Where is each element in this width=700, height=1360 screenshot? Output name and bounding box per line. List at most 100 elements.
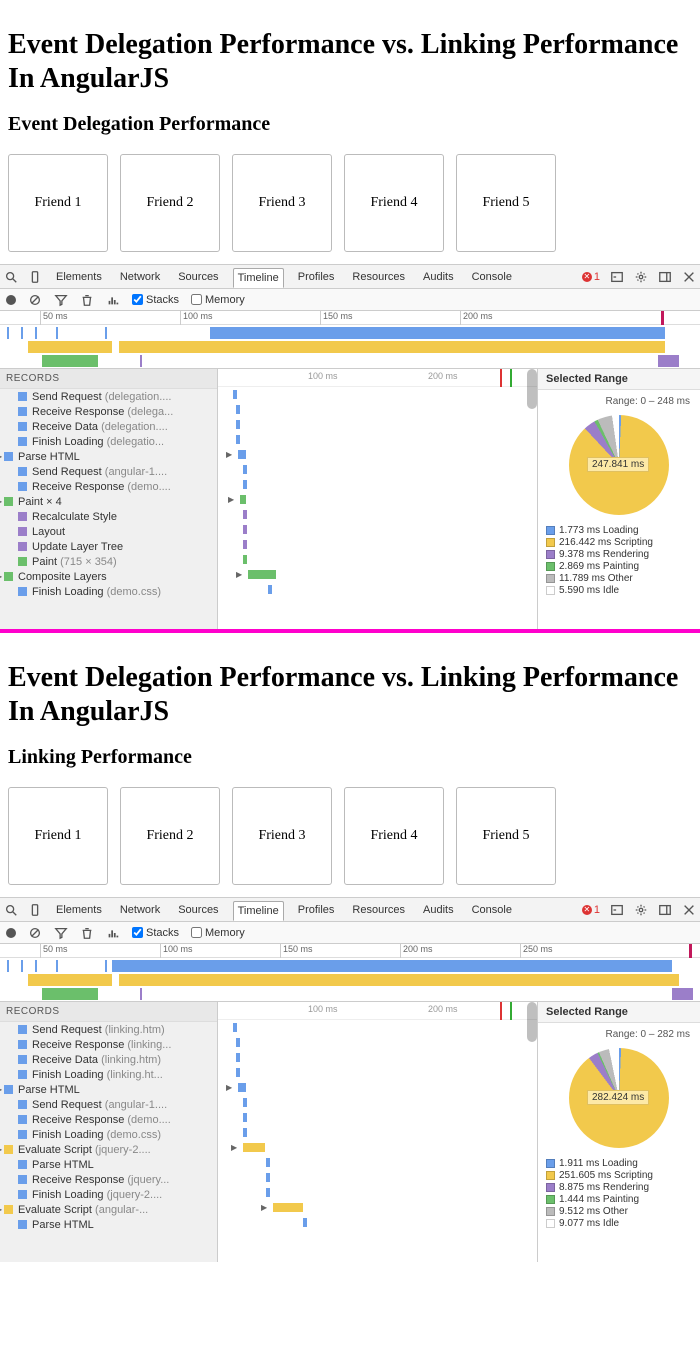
record-item[interactable]: ▶ Evaluate Script (angular-... bbox=[0, 1202, 217, 1217]
devtools-tab-audits[interactable]: Audits bbox=[419, 901, 458, 919]
record-item[interactable]: Finish Loading (demo.css) bbox=[0, 1127, 217, 1142]
expand-icon[interactable]: ▶ bbox=[261, 1203, 267, 1212]
devtools-tab-profiles[interactable]: Profiles bbox=[294, 901, 339, 919]
record-item[interactable]: Receive Response (delega... bbox=[0, 404, 217, 419]
record-item[interactable]: Finish Loading (demo.css) bbox=[0, 584, 217, 599]
expand-icon[interactable]: ▶ bbox=[236, 570, 242, 579]
record-item[interactable]: Layout bbox=[0, 524, 217, 539]
devtools-tab-audits[interactable]: Audits bbox=[419, 268, 458, 286]
devtools-tab-network[interactable]: Network bbox=[116, 268, 164, 286]
trash-icon[interactable] bbox=[80, 926, 94, 940]
record-item[interactable]: Parse HTML bbox=[0, 1217, 217, 1232]
record-item[interactable]: Send Request (linking.htm) bbox=[0, 1022, 217, 1037]
devtools-tab-sources[interactable]: Sources bbox=[174, 268, 222, 286]
record-button-icon[interactable] bbox=[6, 928, 16, 938]
devtools-tab-network[interactable]: Network bbox=[116, 901, 164, 919]
friend-card[interactable]: Friend 2 bbox=[120, 787, 220, 885]
timeline-ruler[interactable]: 50 ms100 ms150 ms200 ms bbox=[0, 311, 700, 325]
timeline-bar-row bbox=[218, 1035, 537, 1050]
devtools-tab-elements[interactable]: Elements bbox=[52, 901, 106, 919]
memory-checkbox[interactable]: Memory bbox=[191, 927, 245, 939]
record-item[interactable]: Finish Loading (linking.ht... bbox=[0, 1067, 217, 1082]
friend-card[interactable]: Friend 1 bbox=[8, 787, 108, 885]
close-icon[interactable] bbox=[682, 270, 696, 284]
devtools-tab-timeline[interactable]: Timeline bbox=[233, 268, 284, 288]
record-item[interactable]: Receive Data (delegation.... bbox=[0, 419, 217, 434]
records-timeline[interactable]: 100 ms200 ms ▶▶▶ bbox=[218, 1002, 538, 1262]
expand-icon[interactable]: ▶ bbox=[231, 1143, 237, 1152]
record-item[interactable]: Receive Response (demo.... bbox=[0, 479, 217, 494]
timeline-overview[interactable] bbox=[0, 958, 700, 1002]
console-drawer-icon[interactable] bbox=[610, 270, 624, 284]
friend-card[interactable]: Friend 4 bbox=[344, 787, 444, 885]
console-drawer-icon[interactable] bbox=[610, 903, 624, 917]
devtools-tab-sources[interactable]: Sources bbox=[174, 901, 222, 919]
devtools-tab-elements[interactable]: Elements bbox=[52, 268, 106, 286]
filter-icon[interactable] bbox=[54, 926, 68, 940]
devtools-tab-resources[interactable]: Resources bbox=[348, 268, 409, 286]
record-item[interactable]: Send Request (delegation.... bbox=[0, 389, 217, 404]
flame-icon[interactable] bbox=[106, 293, 120, 307]
timeline-overview[interactable] bbox=[0, 325, 700, 369]
record-item[interactable]: Receive Response (jquery... bbox=[0, 1172, 217, 1187]
record-item[interactable]: Recalculate Style bbox=[0, 509, 217, 524]
friend-card[interactable]: Friend 4 bbox=[344, 154, 444, 252]
clear-icon[interactable] bbox=[28, 293, 42, 307]
devtools-tab-profiles[interactable]: Profiles bbox=[294, 268, 339, 286]
record-item[interactable]: ▶ Composite Layers bbox=[0, 569, 217, 584]
filter-icon[interactable] bbox=[54, 293, 68, 307]
record-item[interactable]: Paint (715 × 354) bbox=[0, 554, 217, 569]
friend-card[interactable]: Friend 2 bbox=[120, 154, 220, 252]
timeline-ruler[interactable]: 50 ms100 ms150 ms200 ms250 ms bbox=[0, 944, 700, 958]
dock-icon[interactable] bbox=[658, 270, 672, 284]
friend-card[interactable]: Friend 1 bbox=[8, 154, 108, 252]
record-item[interactable]: ▶ Parse HTML bbox=[0, 1082, 217, 1097]
friend-card[interactable]: Friend 5 bbox=[456, 154, 556, 252]
record-item[interactable]: Receive Response (linking... bbox=[0, 1037, 217, 1052]
scrollbar[interactable] bbox=[527, 369, 537, 409]
record-item[interactable]: Finish Loading (jquery-2.... bbox=[0, 1187, 217, 1202]
friend-card[interactable]: Friend 3 bbox=[232, 787, 332, 885]
devtools-tab-console[interactable]: Console bbox=[468, 901, 516, 919]
record-label: Receive Response (jquery... bbox=[32, 1174, 169, 1186]
record-item[interactable]: Update Layer Tree bbox=[0, 539, 217, 554]
record-item[interactable]: ▶ Paint × 4 bbox=[0, 494, 217, 509]
gear-icon[interactable] bbox=[634, 270, 648, 284]
scrollbar[interactable] bbox=[527, 1002, 537, 1042]
friend-card[interactable]: Friend 5 bbox=[456, 787, 556, 885]
flame-icon[interactable] bbox=[106, 926, 120, 940]
timeline-bar-row bbox=[218, 537, 537, 552]
expand-icon[interactable]: ▶ bbox=[228, 495, 234, 504]
error-count[interactable]: ✕1 bbox=[582, 271, 600, 283]
stacks-checkbox[interactable]: Stacks bbox=[132, 294, 179, 306]
legend-color-icon bbox=[546, 586, 555, 595]
record-item[interactable]: Send Request (angular-1.... bbox=[0, 464, 217, 479]
gear-icon[interactable] bbox=[634, 903, 648, 917]
stacks-checkbox[interactable]: Stacks bbox=[132, 927, 179, 939]
devtools-tab-resources[interactable]: Resources bbox=[348, 901, 409, 919]
record-item[interactable]: ▶ Parse HTML bbox=[0, 449, 217, 464]
devtools-tab-timeline[interactable]: Timeline bbox=[233, 901, 284, 921]
devtools-tab-console[interactable]: Console bbox=[468, 268, 516, 286]
search-icon[interactable] bbox=[4, 903, 18, 917]
record-item[interactable]: Receive Data (linking.htm) bbox=[0, 1052, 217, 1067]
record-item[interactable]: Send Request (angular-1.... bbox=[0, 1097, 217, 1112]
trash-icon[interactable] bbox=[80, 293, 94, 307]
dock-icon[interactable] bbox=[658, 903, 672, 917]
friend-card[interactable]: Friend 3 bbox=[232, 154, 332, 252]
device-icon[interactable] bbox=[28, 903, 42, 917]
record-item[interactable]: Finish Loading (delegatio... bbox=[0, 434, 217, 449]
memory-checkbox[interactable]: Memory bbox=[191, 294, 245, 306]
records-timeline[interactable]: 100 ms200 ms ▶▶▶ bbox=[218, 369, 538, 629]
record-item[interactable]: Receive Response (demo.... bbox=[0, 1112, 217, 1127]
device-icon[interactable] bbox=[28, 270, 42, 284]
close-icon[interactable] bbox=[682, 903, 696, 917]
record-button-icon[interactable] bbox=[6, 295, 16, 305]
record-item[interactable]: ▶ Evaluate Script (jquery-2.... bbox=[0, 1142, 217, 1157]
expand-icon[interactable]: ▶ bbox=[226, 1083, 232, 1092]
clear-icon[interactable] bbox=[28, 926, 42, 940]
record-item[interactable]: Parse HTML bbox=[0, 1157, 217, 1172]
search-icon[interactable] bbox=[4, 270, 18, 284]
error-count[interactable]: ✕1 bbox=[582, 904, 600, 916]
expand-icon[interactable]: ▶ bbox=[226, 450, 232, 459]
